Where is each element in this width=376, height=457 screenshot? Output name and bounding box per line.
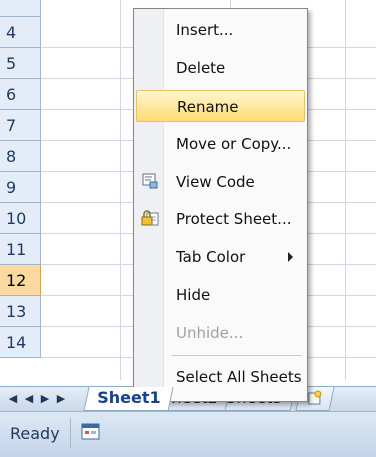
row-header-11[interactable]: 11 <box>0 234 41 265</box>
macro-record-icon[interactable] <box>80 422 102 442</box>
insert-worksheet-icon <box>308 390 322 405</box>
row-header-14[interactable]: 14 <box>0 327 41 358</box>
menu-item-label: Unhide... <box>176 324 244 342</box>
menu-item-insert[interactable]: Insert... <box>136 14 305 46</box>
view-code-icon <box>141 172 159 190</box>
menu-item-label: Delete <box>176 59 226 77</box>
menu-item-hide[interactable]: Hide <box>136 279 305 311</box>
menu-item-tab-color[interactable]: Tab Color <box>136 241 305 273</box>
sheet-tab-context-menu: Insert... Delete Rename Move or Copy... View… <box>133 8 308 402</box>
sheet-tab-sheet1[interactable]: Sheet1 <box>83 387 174 411</box>
status-separator <box>70 418 71 448</box>
row-header-6[interactable]: 6 <box>0 79 41 110</box>
status-bar: Ready <box>0 411 376 457</box>
menu-item-label: Hide <box>176 286 211 304</box>
row-header-9[interactable]: 9 <box>0 172 41 203</box>
menu-item-protect-sheet[interactable]: Protect Sheet... <box>136 203 305 235</box>
last-sheet-button[interactable]: ▶ <box>54 389 68 409</box>
menu-separator <box>172 355 302 356</box>
menu-item-label: Rename <box>177 98 239 116</box>
row-header-7[interactable]: 7 <box>0 110 41 141</box>
menu-item-label: View Code <box>176 173 255 191</box>
menu-item-label: Insert... <box>176 21 234 39</box>
row-header-13[interactable]: 13 <box>0 296 41 327</box>
next-sheet-button[interactable]: ▶ <box>38 389 52 409</box>
first-sheet-button[interactable]: ◀​ <box>6 389 20 409</box>
protect-sheet-icon <box>141 209 159 227</box>
status-text: Ready <box>10 424 60 443</box>
menu-item-unhide[interactable]: Unhide... <box>136 317 305 349</box>
menu-item-rename[interactable]: Rename <box>136 90 305 122</box>
previous-sheet-button[interactable]: ◀ <box>22 389 36 409</box>
row-header-4[interactable]: 4 <box>0 17 41 48</box>
row-header-8[interactable]: 8 <box>0 141 41 172</box>
row-header-10[interactable]: 10 <box>0 203 41 234</box>
menu-item-label: Protect Sheet... <box>176 210 292 228</box>
menu-item-label: Select All Sheets <box>176 368 302 386</box>
menu-item-label: Tab Color <box>176 248 246 266</box>
menu-item-view-code[interactable]: View Code <box>136 166 305 198</box>
submenu-arrow-icon <box>288 252 293 262</box>
row-header-partial <box>0 0 41 17</box>
menu-item-label: Move or Copy... <box>176 135 292 153</box>
row-header-5[interactable]: 5 <box>0 48 41 79</box>
row-header-12[interactable]: 12 <box>0 265 41 296</box>
menu-item-move-or-copy[interactable]: Move or Copy... <box>136 128 305 160</box>
menu-item-delete[interactable]: Delete <box>136 52 305 84</box>
